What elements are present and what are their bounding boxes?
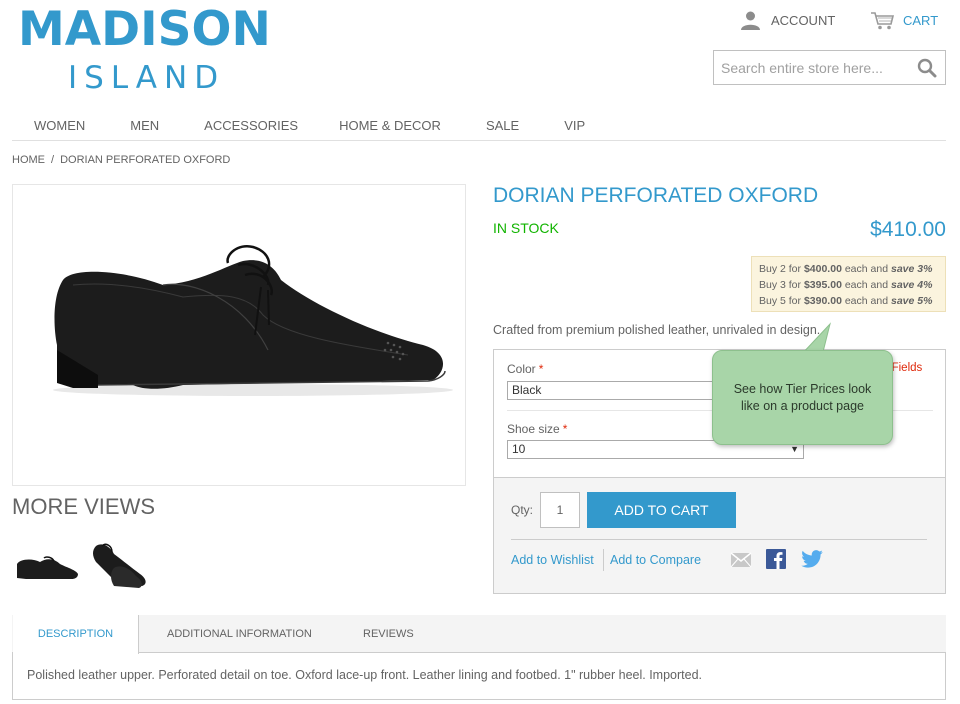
account-link[interactable]: ACCOUNT [740,10,835,30]
nav-item-accessories[interactable]: ACCESSORIES [204,112,298,140]
add-to-compare-link[interactable]: Add to Compare [610,553,701,567]
nav-item-vip[interactable]: VIP [564,112,585,140]
nav-item-sale[interactable]: SALE [486,112,519,140]
link-separator [603,549,604,571]
more-views-heading: MORE VIEWS [12,494,156,519]
shoe-size-select-value: 10 [512,442,526,456]
tab-description-content: Polished leather upper. Perforated detai… [27,668,703,682]
thumbnail-2[interactable] [84,534,154,592]
tier-prices: Buy 2 for $400.00 each and save 3% Buy 3… [751,256,946,312]
search-icon[interactable] [917,58,937,78]
cart-link[interactable]: CART [870,10,938,30]
tab-description[interactable]: DESCRIPTION [13,615,139,654]
tier-price-tooltip: See how Tier Prices look like on a produ… [712,350,893,445]
cart-box-divider [511,539,927,540]
account-label: ACCOUNT [771,12,836,28]
add-to-wishlist-link[interactable]: Add to Wishlist [511,553,594,567]
tier-price-row: Buy 3 for $395.00 each and save 4% [759,279,933,291]
tier-price-row: Buy 5 for $390.00 each and save 5% [759,295,933,307]
qty-input[interactable]: 1 [540,492,580,528]
tab-additional-information[interactable]: ADDITIONAL INFORMATION [167,615,312,654]
color-select-value: Black [512,383,542,397]
tier-price-row: Buy 2 for $400.00 each and save 3% [759,263,933,275]
tooltip-text: See how Tier Prices look like on a produ… [733,381,872,413]
logo-sub-text[interactable]: ISLAND [68,60,225,96]
product-price: $410.00 [870,218,946,241]
nav-item-men[interactable]: MEN [130,112,159,140]
twitter-icon[interactable] [801,550,823,568]
tab-reviews[interactable]: REVIEWS [363,615,414,654]
shoe-size-label: Shoe size * [507,422,568,436]
main-nav: WOMEN MEN ACCESSORIES HOME & DECOR SALE … [12,112,946,141]
short-description: Crafted from premium polished leather, u… [493,323,821,337]
facebook-icon[interactable] [766,549,786,569]
required-mark: * [562,422,568,436]
search-box [713,50,946,85]
qty-label: Qty: [511,503,534,517]
email-icon[interactable] [730,552,752,568]
breadcrumb-current: DORIAN PERFORATED OXFORD [60,154,231,166]
thumbnail-1[interactable] [12,534,82,592]
color-label: Color * [507,362,544,376]
breadcrumb: HOME / DORIAN PERFORATED OXFORD [12,154,230,166]
search-input[interactable] [714,52,909,83]
product-title: DORIAN PERFORATED OXFORD [493,184,819,207]
product-main-image[interactable] [12,184,466,486]
nav-item-home-decor[interactable]: HOME & DECOR [339,112,441,140]
breadcrumb-home[interactable]: HOME [12,154,45,166]
breadcrumb-separator: / [51,154,55,166]
cart-icon [871,11,895,29]
add-to-cart-button[interactable]: ADD TO CART [587,492,736,528]
logo-main-text[interactable]: MADISON [18,2,271,58]
tab-bar [12,615,946,653]
required-mark: * [538,362,544,376]
cart-label: CART [903,12,939,28]
account-icon [741,11,760,30]
availability-status: IN STOCK [493,220,559,236]
nav-item-women[interactable]: WOMEN [34,112,85,140]
